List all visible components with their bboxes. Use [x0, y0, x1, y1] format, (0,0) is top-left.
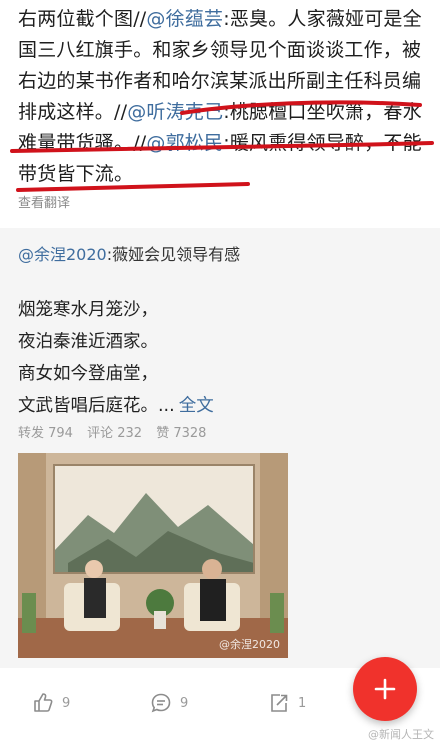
repost-header: @余涅2020:薇娅会见领导有感: [18, 241, 240, 265]
post-text-segment: 右两位截个图//: [18, 8, 147, 30]
photo-watermark: @余涅2020: [219, 638, 280, 651]
mention-link[interactable]: @郭松民: [146, 132, 223, 154]
comment-action-count: 9: [180, 695, 189, 711]
comment-action[interactable]: 9: [150, 692, 188, 714]
poem-line: 商女如今登庙堂，: [18, 364, 158, 384]
repost-icon: [271, 694, 288, 712]
repost-card[interactable]: @余涅2020:薇娅会见领导有感 烟笼寒水月笼沙， 夜泊秦淮近酒家。 商女如今登…: [0, 228, 440, 668]
meeting-photo-illustration: [18, 453, 288, 658]
post-body-text: 右两位截个图//@徐蕴芸:恶臭。人家薇娅可是全国三八红旗手。和家乡领导见个面谈谈…: [18, 4, 428, 190]
repost-action[interactable]: 1: [268, 692, 306, 714]
repost-stats: 转发 794 评论 232 赞 7328: [18, 422, 216, 441]
comment-icon: [151, 693, 171, 713]
thumbs-up-icon: [34, 693, 53, 712]
weibo-watermark: @新闻人王文: [368, 728, 434, 741]
repost-poem: 烟笼寒水月笼沙， 夜泊秦淮近酒家。 商女如今登庙堂， 文武皆唱后庭花。... 全文: [18, 294, 214, 422]
poem-line-last: 文武皆唱后庭花。... 全文: [18, 390, 214, 422]
comment-count: 评论 232: [87, 426, 143, 441]
repost-title: :薇娅会见领导有感: [106, 245, 241, 264]
repost-action-count: 1: [298, 695, 307, 711]
like-action-count: 9: [62, 695, 71, 711]
mention-link[interactable]: @徐蕴芸: [146, 8, 223, 30]
repost-photo[interactable]: @余涅2020: [18, 453, 288, 658]
repost-author-link[interactable]: @余涅2020: [18, 245, 107, 264]
poem-line: 夜泊秦淮近酒家。: [18, 332, 158, 352]
poem-line: 烟笼寒水月笼沙，: [18, 300, 158, 320]
like-action[interactable]: 9: [32, 692, 70, 714]
repost-count: 转发 794: [18, 426, 73, 441]
mention-link[interactable]: @听涛克己: [127, 101, 223, 123]
like-count: 赞 7328: [156, 426, 207, 441]
compose-fab-button[interactable]: [353, 657, 417, 721]
view-translation-link[interactable]: 查看翻译: [18, 192, 70, 211]
plus-icon: [374, 678, 396, 700]
full-text-link[interactable]: 全文: [179, 396, 214, 416]
poem-line-text: 文武皆唱后庭花。...: [18, 396, 175, 416]
